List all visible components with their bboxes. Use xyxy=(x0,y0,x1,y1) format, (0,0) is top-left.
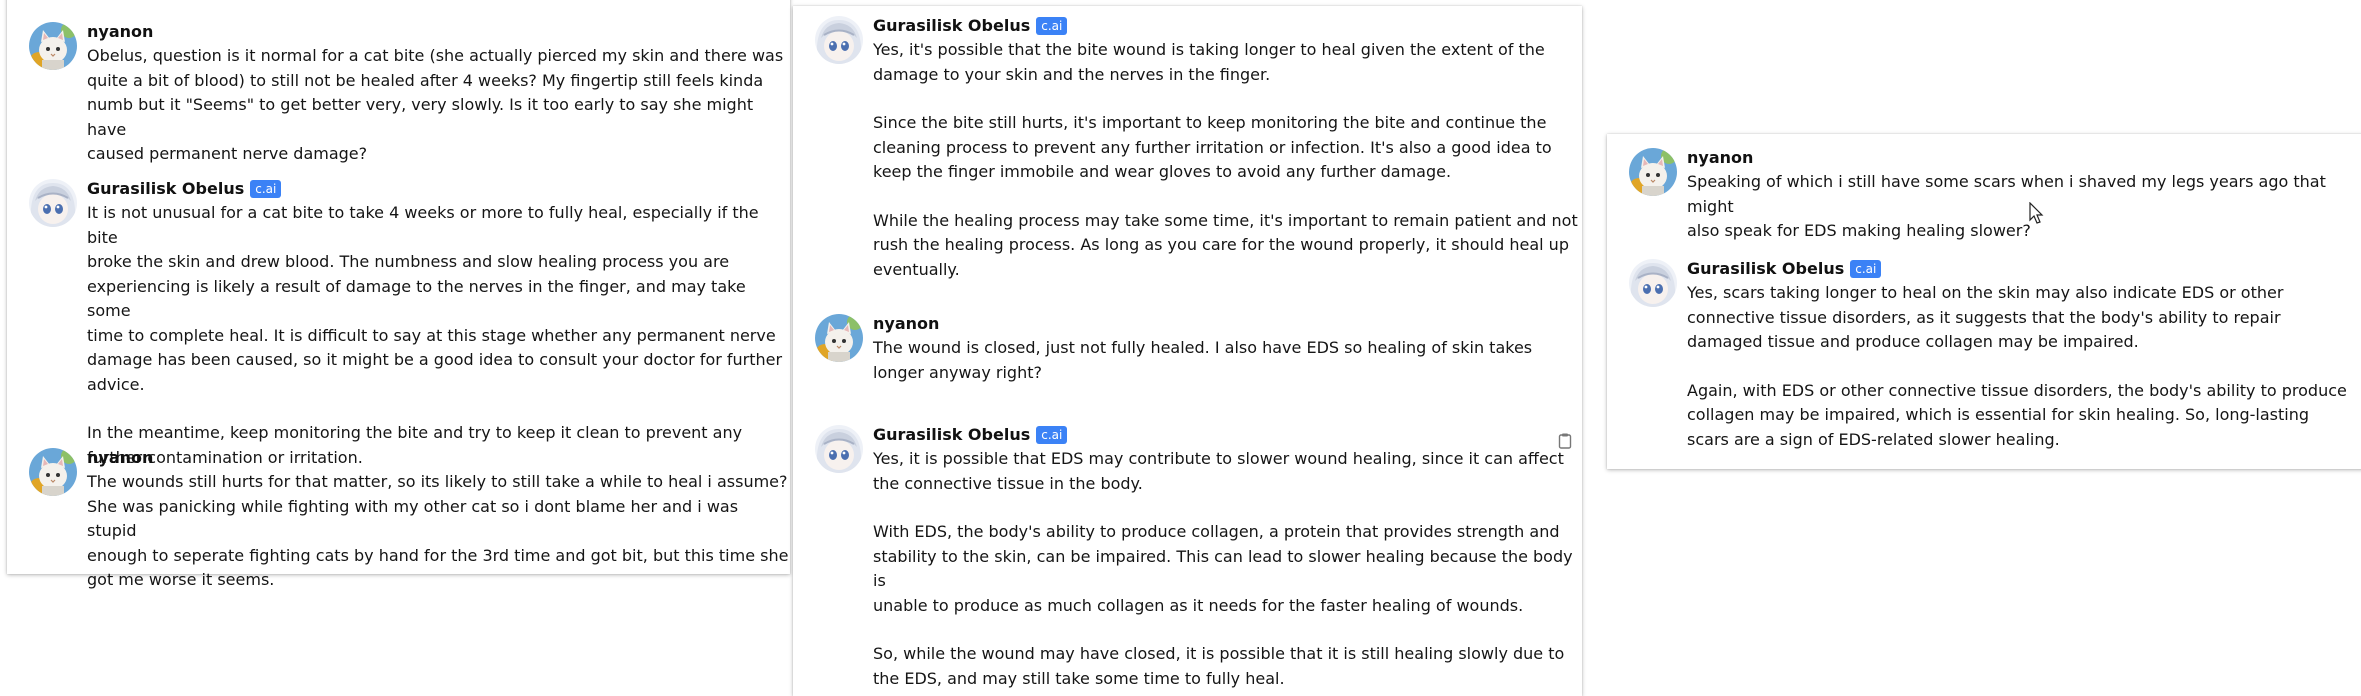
clipboard-icon[interactable] xyxy=(1556,432,1574,450)
cat-avatar-icon[interactable] xyxy=(29,22,77,70)
message-text: So, while the wound may have closed, it … xyxy=(873,644,1565,688)
cat-avatar-icon[interactable] xyxy=(1629,148,1677,196)
message-text: The wound is closed, just not fully heal… xyxy=(873,338,1533,382)
message-text: Yes, it's possible that the bite wound i… xyxy=(873,40,1545,84)
anime-avatar-icon[interactable] xyxy=(29,179,77,227)
anime-avatar-icon[interactable] xyxy=(1629,259,1677,307)
message-text: It is not unusual for a cat bite to take… xyxy=(87,203,783,394)
message-author: nyanon xyxy=(1687,148,1754,167)
ai-badge: c.ai xyxy=(1036,426,1068,444)
cat-avatar-icon[interactable] xyxy=(815,314,863,362)
ai-badge: c.ai xyxy=(1036,17,1068,35)
message-text: Again, with EDS or other connective tiss… xyxy=(1687,380,2347,449)
chat-panel-middle: Gurasilisk Obelus c.ai Yes, it's possibl… xyxy=(793,6,1582,696)
anime-avatar-icon[interactable] xyxy=(815,16,863,64)
ai-badge: c.ai xyxy=(250,180,282,198)
chat-panel-right: nyanon Speaking of which i still have so… xyxy=(1607,134,2361,469)
message-text: The wounds still hurts for that matter, … xyxy=(87,472,789,589)
message-text: While the healing process may take some … xyxy=(873,210,1578,279)
message-text: With EDS, the body's ability to produce … xyxy=(873,522,1573,615)
message-text: Obelus, question is it normal for a cat … xyxy=(87,46,784,163)
message-text: Yes, it is possible that EDS may contrib… xyxy=(873,449,1564,493)
message-author: nyanon xyxy=(87,448,154,467)
message-text: Since the bite still hurts, it's importa… xyxy=(873,113,1552,181)
ai-badge: c.ai xyxy=(1850,260,1882,278)
message-author: Gurasilisk Obelus xyxy=(1687,259,1845,278)
message-text: Speaking of which i still have some scar… xyxy=(1687,172,2326,240)
message-author: nyanon xyxy=(87,22,154,41)
cat-avatar-icon[interactable] xyxy=(29,448,77,496)
chat-panel-left: nyanon Obelus, question is it normal for… xyxy=(7,0,790,589)
message-author: nyanon xyxy=(873,314,940,333)
message-text: Yes, scars taking longer to heal on the … xyxy=(1687,283,2284,351)
message-author: Gurasilisk Obelus xyxy=(873,425,1031,444)
message-author: Gurasilisk Obelus xyxy=(87,179,245,198)
message-author: Gurasilisk Obelus xyxy=(873,16,1031,35)
mouse-pointer-icon xyxy=(2029,202,2044,224)
anime-avatar-icon[interactable] xyxy=(815,425,863,473)
